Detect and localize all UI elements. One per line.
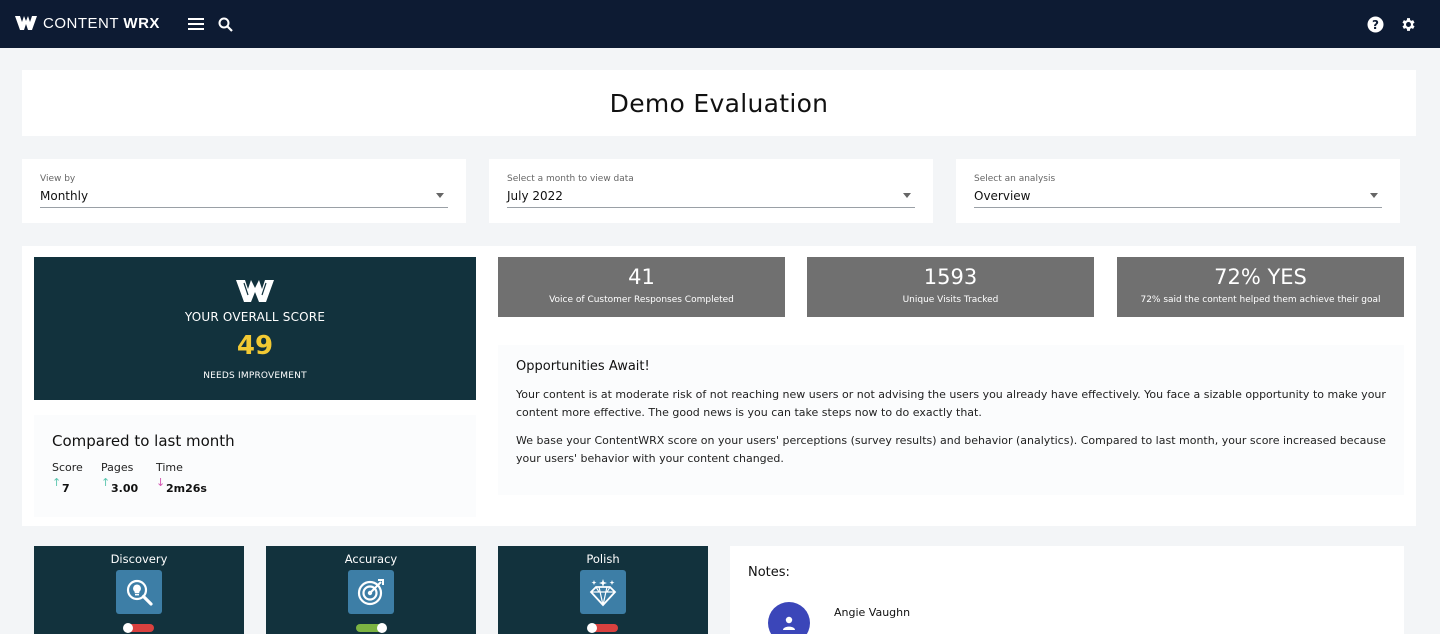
view-by-select-card: View by Monthly xyxy=(22,159,466,223)
opportunity-paragraph: We base your ContentWRX score on your us… xyxy=(516,434,1386,465)
gear-icon[interactable] xyxy=(1398,14,1418,34)
stat-value: 1593 xyxy=(923,265,978,289)
opportunity-title: Opportunities Await! xyxy=(516,359,650,374)
avatar[interactable] xyxy=(768,602,810,634)
arrow-up-icon: ↑ xyxy=(101,476,111,489)
caret-down-icon xyxy=(903,193,911,198)
view-by-select[interactable]: View by Monthly xyxy=(40,174,448,208)
metric-label: Score xyxy=(52,461,83,474)
metric-score: Score ↑ 7 xyxy=(52,461,83,495)
comparison-title: Compared to last month xyxy=(52,432,235,450)
stat-label: Unique Visits Tracked xyxy=(902,295,999,305)
month-select-card: Select a month to view data July 2022 xyxy=(489,159,933,223)
overall-score-card: YOUR OVERALL SCORE 49 NEEDS IMPROVEMENT xyxy=(34,257,476,400)
contentwrx-logo-icon xyxy=(236,280,274,302)
analysis-label: Select an analysis xyxy=(974,174,1056,184)
diamond-icon xyxy=(580,570,626,614)
view-by-value: Monthly xyxy=(40,189,89,203)
stat-card-goal: 72% YES 72% said the content helped them… xyxy=(1117,257,1404,317)
comparison-card: Compared to last month Score ↑ 7 Pages ↑… xyxy=(34,415,476,517)
note-author: Angie Vaughn xyxy=(834,606,911,619)
analysis-select-card: Select an analysis Overview xyxy=(956,159,1400,223)
svg-text:?: ? xyxy=(1372,17,1379,31)
page-title: Demo Evaluation xyxy=(609,88,829,118)
month-value: July 2022 xyxy=(507,189,563,203)
category-title: Discovery xyxy=(110,552,168,566)
notes-title: Notes: xyxy=(748,565,790,580)
target-icon xyxy=(348,570,394,614)
status-toggle[interactable] xyxy=(587,623,618,633)
metric-value: 3.00 xyxy=(111,482,139,495)
brand-logo[interactable]: CONTENT WRX xyxy=(14,13,160,33)
metric-value: 7 xyxy=(62,482,70,495)
analysis-select[interactable]: Select an analysis Overview xyxy=(974,174,1382,208)
opportunity-paragraph: Your content is at moderate risk of not … xyxy=(516,388,1386,419)
metric-pages: Pages ↑ 3.00 xyxy=(101,461,138,495)
score-status: NEEDS IMPROVEMENT xyxy=(203,371,307,381)
help-icon[interactable]: ? xyxy=(1365,14,1385,34)
brand-name: CONTENT WRX xyxy=(43,14,160,32)
score-title: YOUR OVERALL SCORE xyxy=(184,310,326,324)
arrow-down-icon: ↓ xyxy=(156,476,166,489)
metric-time: Time ↓ 2m26s xyxy=(156,461,207,495)
lightbulb-magnifier-icon xyxy=(116,570,162,614)
stat-card-visits: 1593 Unique Visits Tracked xyxy=(807,257,1094,317)
analysis-value: Overview xyxy=(974,189,1031,203)
search-icon[interactable] xyxy=(215,14,235,34)
month-select[interactable]: Select a month to view data July 2022 xyxy=(507,174,915,208)
category-title: Polish xyxy=(586,552,620,566)
metric-value: 2m26s xyxy=(166,482,207,495)
notes-card: Notes: Angie Vaughn xyxy=(730,546,1404,634)
stat-value: 72% YES xyxy=(1214,265,1307,289)
month-label: Select a month to view data xyxy=(507,174,634,184)
stat-label: Voice of Customer Responses Completed xyxy=(549,295,734,305)
category-card-accuracy[interactable]: Accuracy xyxy=(266,546,476,634)
category-card-polish[interactable]: Polish xyxy=(498,546,708,634)
status-toggle[interactable] xyxy=(123,623,154,633)
title-card: Demo Evaluation xyxy=(22,70,1416,136)
contentwrx-logo-icon xyxy=(15,16,37,30)
category-card-discovery[interactable]: Discovery xyxy=(34,546,244,634)
metric-label: Time xyxy=(156,461,183,474)
stat-label: 72% said the content helped them achieve… xyxy=(1140,295,1381,305)
hamburger-menu-icon[interactable] xyxy=(186,14,206,34)
stat-card-responses: 41 Voice of Customer Responses Completed xyxy=(498,257,785,317)
stat-value: 41 xyxy=(628,265,655,289)
caret-down-icon xyxy=(436,193,444,198)
score-value: 49 xyxy=(236,331,274,361)
opportunity-card: Opportunities Await! Your content is at … xyxy=(498,345,1404,495)
status-toggle[interactable] xyxy=(356,623,387,633)
metric-label: Pages xyxy=(101,461,134,474)
person-icon xyxy=(783,616,795,630)
caret-down-icon xyxy=(1370,193,1378,198)
top-navigation-bar: CONTENT WRX ? xyxy=(0,0,1440,48)
view-by-label: View by xyxy=(40,174,76,184)
category-title: Accuracy xyxy=(344,552,398,566)
arrow-up-icon: ↑ xyxy=(52,476,62,489)
